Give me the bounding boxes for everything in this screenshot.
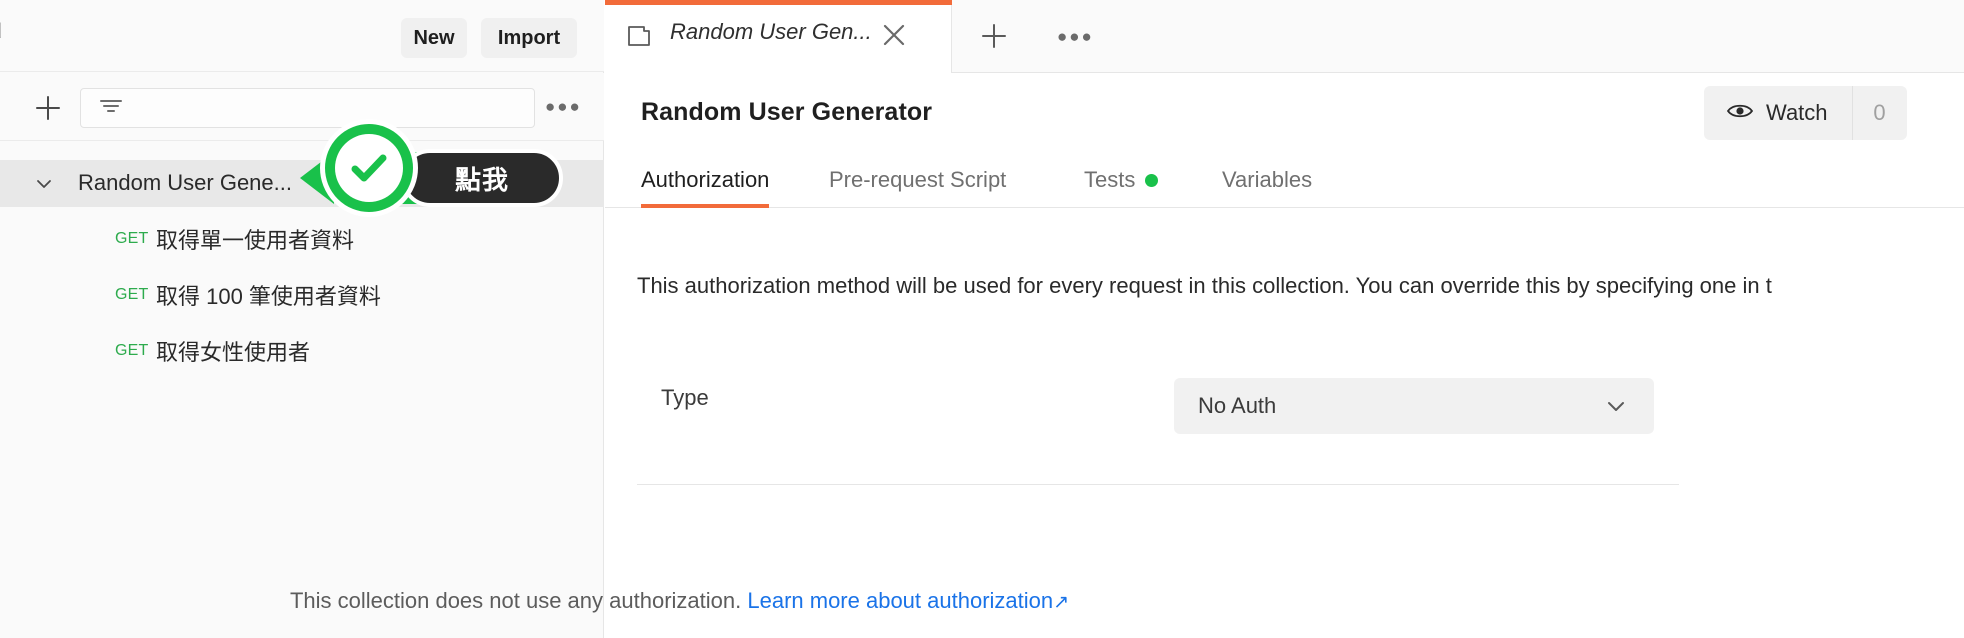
page-title: Random User Generator	[641, 98, 932, 127]
section-divider	[637, 484, 1679, 485]
watch-group: Watch 0	[1704, 86, 1907, 140]
sidebar-toolbar: ●●●	[0, 73, 604, 141]
request-method: GET	[115, 342, 149, 360]
active-tab-underline	[641, 204, 769, 208]
sidebar-item-collection[interactable]: Random User Gene...	[0, 160, 604, 207]
auth-type-select[interactable]: No Auth	[1174, 378, 1654, 434]
external-link-icon: ↗	[1053, 592, 1069, 613]
collection-file-icon	[625, 22, 653, 50]
auth-type-value: No Auth	[1198, 393, 1276, 419]
tab-pre-request-script[interactable]: Pre-request Script	[829, 152, 1006, 208]
new-button[interactable]: New	[401, 18, 467, 58]
clipped-workspace-label: d	[0, 20, 2, 44]
sidebar-request-item-3[interactable]: GET 取得女性使用者	[0, 328, 604, 374]
filter-input[interactable]	[80, 88, 535, 128]
new-tab-plus-icon[interactable]	[971, 13, 1017, 59]
auth-empty-note-text: This collection does not use any authori…	[290, 588, 741, 613]
tab-active-indicator	[605, 0, 952, 5]
watch-label: Watch	[1766, 100, 1828, 126]
watch-button[interactable]: Watch	[1704, 86, 1853, 140]
sidebar-request-item-1[interactable]: GET 取得單一使用者資料	[0, 216, 604, 262]
request-method: GET	[115, 230, 149, 248]
collection-name: Random User Gene...	[78, 170, 292, 196]
tab-tests[interactable]: Tests	[1084, 152, 1158, 208]
tab-authorization-label: Authorization	[641, 167, 769, 193]
close-icon[interactable]	[877, 18, 911, 52]
auth-empty-note: This collection does not use any authori…	[0, 588, 1359, 614]
tab-variables-label: Variables	[1222, 167, 1312, 193]
import-button[interactable]: Import	[481, 18, 577, 58]
request-name: 取得女性使用者	[156, 335, 310, 367]
collection-header: Random User Generator Watch 0	[605, 74, 1964, 152]
app-window: d New Import ●●● Random User Gene...	[0, 0, 1964, 638]
tab-more-icon[interactable]: ●●●	[1057, 28, 1094, 45]
request-method: GET	[115, 286, 149, 304]
sidebar-request-item-2[interactable]: GET 取得 100 筆使用者資料	[0, 272, 604, 318]
sidebar-more-icon[interactable]: ●●●	[545, 98, 582, 115]
tests-status-dot	[1145, 174, 1158, 187]
auth-description: This authorization method will be used f…	[637, 273, 1772, 299]
tab-variables[interactable]: Variables	[1222, 152, 1312, 208]
tab-authorization[interactable]: Authorization	[641, 152, 769, 208]
tab-pre-request-script-label: Pre-request Script	[829, 167, 1006, 193]
chevron-down-icon[interactable]	[33, 173, 55, 195]
tab-strip: Random User Gen... ●●●	[605, 0, 1964, 73]
eye-icon	[1726, 101, 1754, 126]
plus-icon[interactable]	[30, 90, 66, 126]
main-panel: Random User Gen... ●●● Random User Gener…	[605, 0, 1964, 638]
request-name: 取得單一使用者資料	[156, 223, 354, 255]
sidebar-topbar: d New Import	[0, 0, 604, 72]
learn-more-link[interactable]: Learn more about authorization	[747, 588, 1053, 613]
sub-tab-bar: Authorization Pre-request Script Tests V…	[605, 152, 1964, 208]
auth-type-label: Type	[661, 385, 709, 411]
sidebar-panel: d New Import ●●● Random User Gene...	[0, 0, 604, 638]
filter-icon	[97, 95, 125, 122]
watch-count[interactable]: 0	[1853, 86, 1907, 140]
chevron-down-icon	[1604, 396, 1628, 421]
tab-label: Random User Gen...	[670, 19, 872, 45]
tab-random-user-generator[interactable]: Random User Gen...	[605, 0, 952, 73]
tab-tests-label: Tests	[1084, 167, 1135, 193]
request-name: 取得 100 筆使用者資料	[156, 279, 381, 311]
